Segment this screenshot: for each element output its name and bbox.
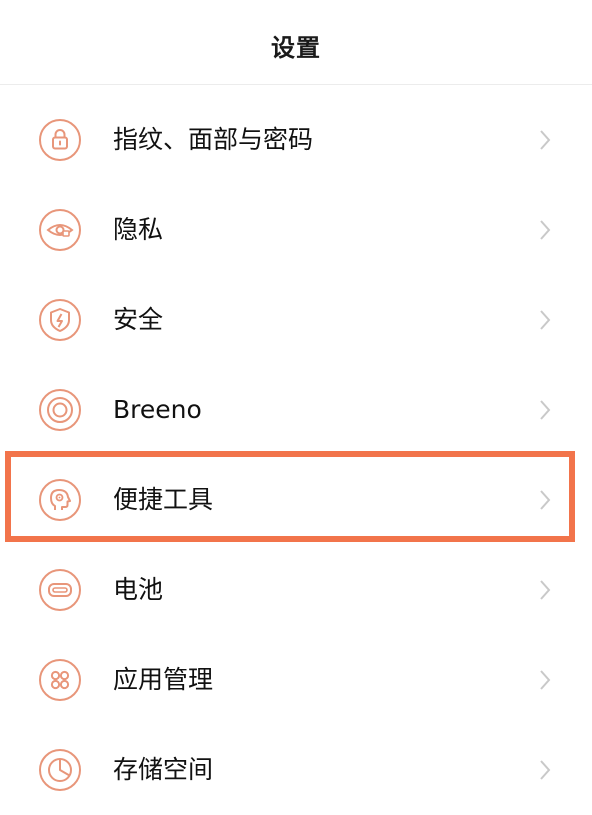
settings-item-storage[interactable]: 存储空间 [0, 725, 592, 815]
top-bar: 设置 [0, 0, 592, 85]
settings-item-biometrics[interactable]: 指纹、面部与密码 [0, 95, 592, 185]
settings-item-convenience-tools[interactable]: 便捷工具 [0, 455, 592, 545]
settings-item-battery[interactable]: 电池 [0, 545, 592, 635]
apps-grid-icon [38, 658, 82, 702]
lock-icon [38, 118, 82, 162]
chevron-right-icon [538, 758, 552, 782]
breeno-icon [38, 388, 82, 432]
settings-item-label: 存储空间 [113, 755, 214, 784]
settings-item-label: 指纹、面部与密码 [113, 125, 314, 154]
settings-item-label: Breeno [113, 395, 202, 424]
settings-item-label: 安全 [113, 305, 164, 334]
shield-icon [38, 298, 82, 342]
chevron-right-icon [538, 128, 552, 152]
battery-icon [38, 568, 82, 612]
settings-item-label: 应用管理 [113, 665, 214, 694]
settings-list: 指纹、面部与密码 隐私 安全 Breeno 便捷工具 电池 应用管理 存储空间 [0, 95, 592, 815]
chevron-right-icon [538, 398, 552, 422]
chevron-right-icon [538, 578, 552, 602]
settings-item-label: 隐私 [113, 215, 164, 244]
chevron-right-icon [538, 668, 552, 692]
settings-item-app-management[interactable]: 应用管理 [0, 635, 592, 725]
settings-item-security[interactable]: 安全 [0, 275, 592, 365]
settings-item-label: 电池 [113, 575, 164, 604]
settings-item-label: 便捷工具 [113, 485, 214, 514]
chevron-right-icon [538, 308, 552, 332]
page-title: 设置 [271, 34, 321, 62]
settings-item-privacy[interactable]: 隐私 [0, 185, 592, 275]
chevron-right-icon [538, 488, 552, 512]
settings-item-breeno[interactable]: Breeno [0, 365, 592, 455]
storage-pie-icon [38, 748, 82, 792]
head-tools-icon [38, 478, 82, 522]
eye-privacy-icon [38, 208, 82, 252]
chevron-right-icon [538, 218, 552, 242]
